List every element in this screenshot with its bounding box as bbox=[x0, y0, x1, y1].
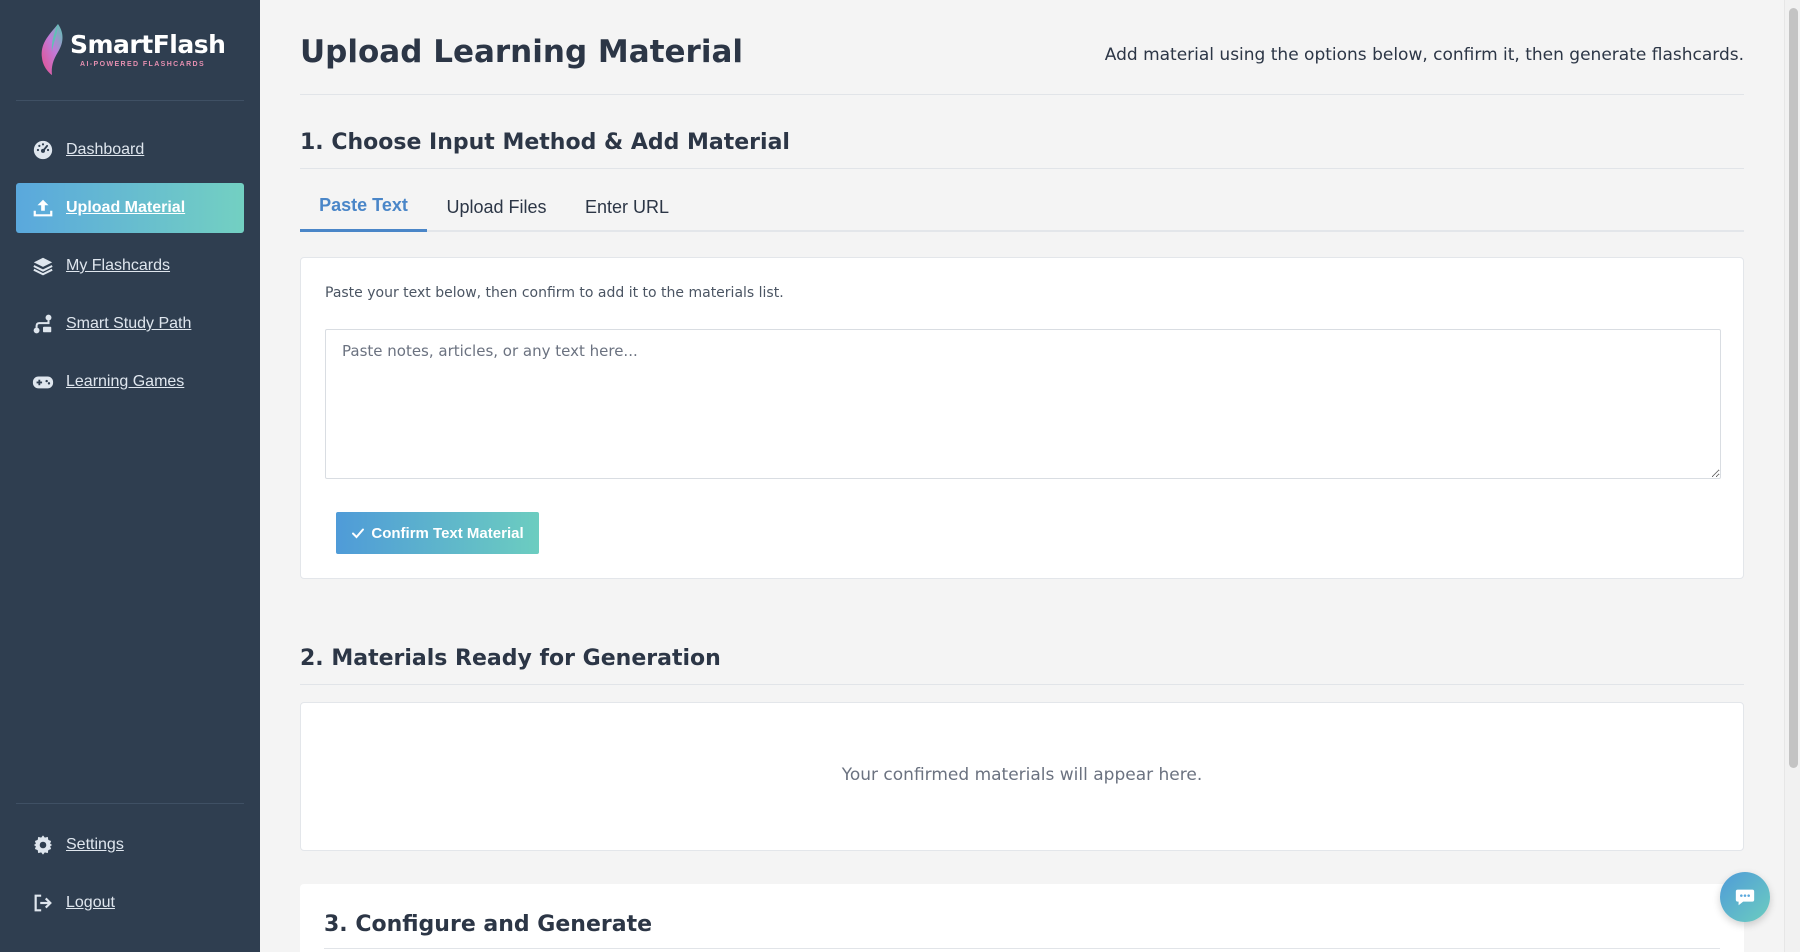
section-title-configure-generate: 3. Configure and Generate bbox=[324, 912, 653, 937]
tab-enter-url[interactable]: Enter URL bbox=[566, 182, 688, 232]
paste-help-text: Paste your text below, then confirm to a… bbox=[325, 285, 784, 301]
header-divider bbox=[300, 94, 1744, 95]
sidebar-item-my-flashcards[interactable]: My Flashcards bbox=[16, 241, 244, 291]
sidebar-item-logout[interactable]: Logout bbox=[16, 878, 244, 928]
route-icon bbox=[33, 314, 52, 334]
dashboard-gauge-icon bbox=[33, 140, 53, 160]
smartflash-logo-icon bbox=[41, 24, 63, 75]
page-title: Upload Learning Material bbox=[300, 34, 743, 70]
section-divider bbox=[300, 684, 1744, 685]
sidebar-item-label: Smart Study Path bbox=[66, 315, 192, 332]
upload-icon bbox=[33, 199, 53, 217]
input-method-tabs: Paste Text Upload Files Enter URL bbox=[300, 182, 1744, 232]
chat-button[interactable] bbox=[1720, 872, 1770, 922]
sidebar-item-label: Dashboard bbox=[66, 141, 145, 158]
sidebar-item-label: Learning Games bbox=[66, 373, 185, 390]
sidebar-item-label: Settings bbox=[66, 836, 124, 853]
section-title-materials-ready: 2. Materials Ready for Generation bbox=[300, 646, 721, 671]
sidebar-item-learning-games[interactable]: Learning Games bbox=[16, 357, 244, 407]
gear-icon bbox=[33, 835, 53, 855]
check-icon bbox=[352, 528, 365, 539]
scrollbar-thumb[interactable] bbox=[1789, 8, 1798, 768]
section-title-input-method: 1. Choose Input Method & Add Material bbox=[300, 130, 790, 155]
paste-text-panel: Paste your text below, then confirm to a… bbox=[300, 257, 1744, 579]
sidebar-item-settings[interactable]: Settings bbox=[16, 820, 244, 870]
page-subtitle: Add material using the options below, co… bbox=[1104, 45, 1744, 65]
section-divider bbox=[324, 948, 1720, 949]
logo[interactable]: SmartFlash AI-POWERED FLASHCARDS bbox=[38, 22, 226, 76]
sidebar-divider bbox=[16, 803, 244, 804]
sidebar-item-label: Upload Material bbox=[66, 199, 186, 216]
materials-empty-state: Your confirmed materials will appear her… bbox=[841, 765, 1203, 785]
tab-upload-files[interactable]: Upload Files bbox=[427, 182, 566, 232]
sidebar-item-label: My Flashcards bbox=[66, 257, 171, 274]
page-scrollbar[interactable] bbox=[1784, 0, 1800, 952]
brand-tagline: AI-POWERED FLASHCARDS bbox=[80, 60, 206, 68]
configure-generate-panel: 3. Configure and Generate bbox=[300, 884, 1744, 952]
materials-list-panel: Your confirmed materials will appear her… bbox=[300, 702, 1744, 851]
sidebar-divider bbox=[16, 100, 244, 101]
sidebar-item-smart-study-path[interactable]: Smart Study Path bbox=[16, 299, 244, 349]
main-content: Upload Learning Material Add material us… bbox=[260, 0, 1784, 952]
logout-icon bbox=[34, 894, 52, 912]
chat-bubble-icon bbox=[1735, 889, 1755, 906]
sidebar: SmartFlash AI-POWERED FLASHCARDS Dashboa… bbox=[0, 0, 260, 952]
section-divider bbox=[300, 168, 1744, 169]
sidebar-item-dashboard[interactable]: Dashboard bbox=[16, 125, 244, 175]
confirm-text-material-label: Confirm Text Material bbox=[371, 524, 524, 542]
gamepad-icon bbox=[32, 376, 54, 389]
brand-name: SmartFlash bbox=[70, 29, 226, 59]
sidebar-item-label: Logout bbox=[66, 894, 115, 911]
paste-text-input[interactable] bbox=[325, 329, 1721, 479]
confirm-text-material-button[interactable]: Confirm Text Material bbox=[336, 512, 539, 554]
tab-paste-text[interactable]: Paste Text bbox=[300, 182, 427, 232]
layers-icon bbox=[33, 257, 53, 276]
sidebar-item-upload-material[interactable]: Upload Material bbox=[16, 183, 244, 233]
